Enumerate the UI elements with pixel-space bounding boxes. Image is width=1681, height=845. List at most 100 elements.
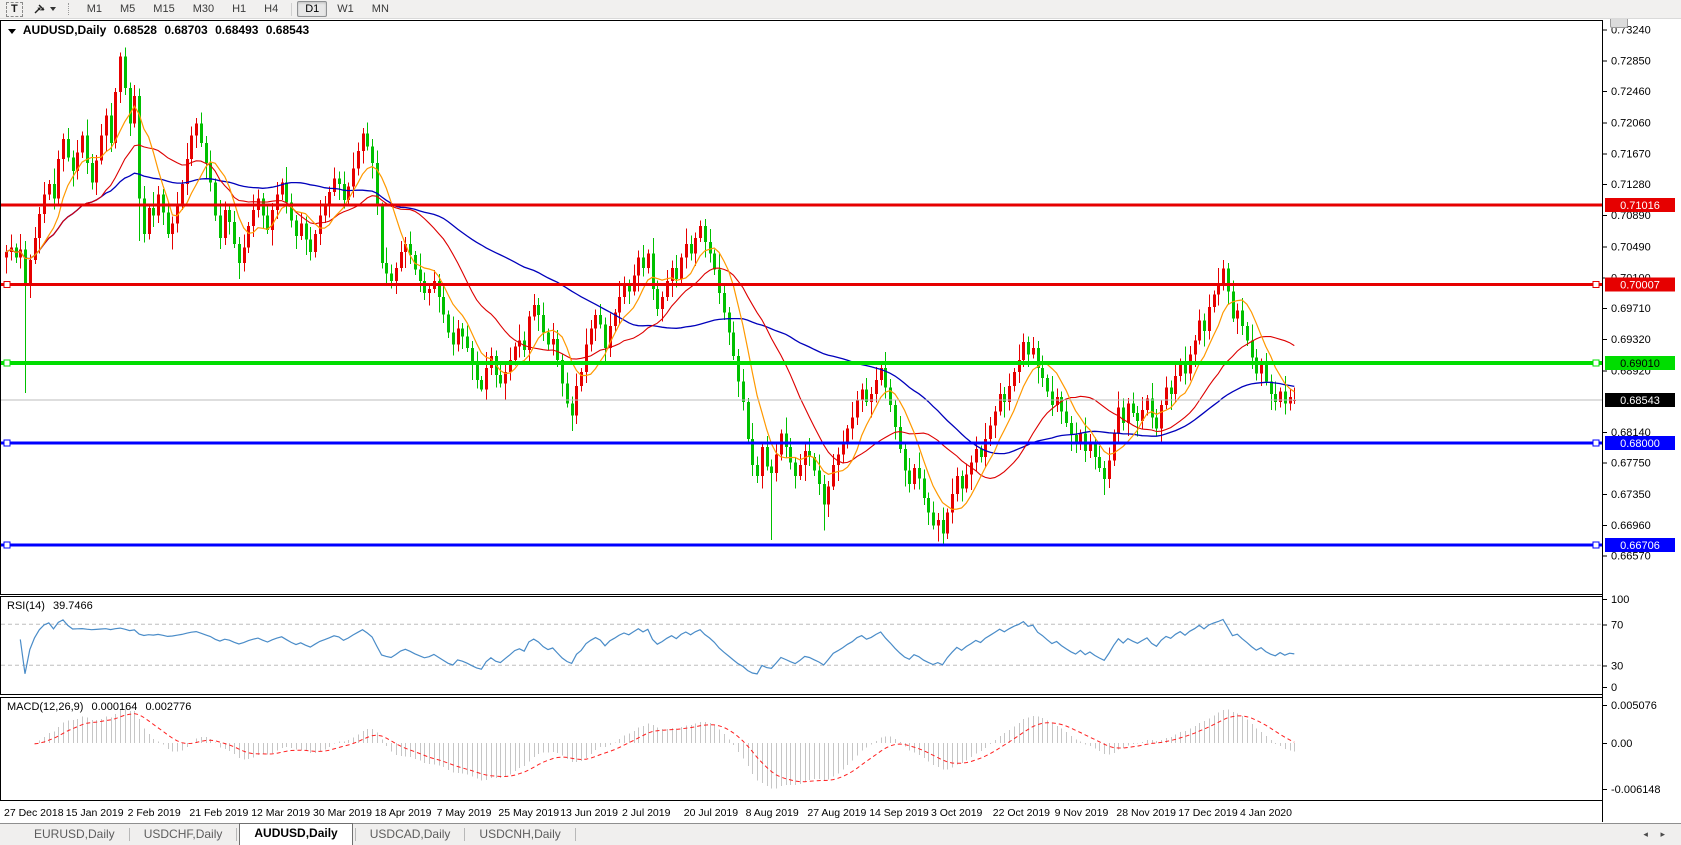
candle-bear bbox=[1232, 291, 1235, 319]
candle-bear bbox=[642, 257, 645, 268]
date-tick-label: 2 Feb 2019 bbox=[128, 807, 181, 819]
timeframe-button-h1[interactable]: H1 bbox=[224, 1, 254, 17]
candle-bear bbox=[461, 328, 464, 337]
candle-bull bbox=[300, 223, 303, 237]
candle-bear bbox=[1251, 340, 1254, 358]
candle-bear bbox=[718, 269, 721, 294]
chart-tab-usdcad[interactable]: USDCAD,Daily bbox=[358, 825, 463, 845]
chart-tab-usdcnh[interactable]: USDCNH,Daily bbox=[467, 825, 572, 845]
timeframe-button-h4[interactable]: H4 bbox=[256, 1, 286, 17]
candle-bull bbox=[34, 237, 37, 260]
candle-bear bbox=[794, 462, 797, 477]
candle-bear bbox=[908, 470, 911, 484]
candle-bear bbox=[129, 87, 132, 124]
macd-axis-label: 0.005076 bbox=[1611, 700, 1657, 712]
pointer-tool-button[interactable] bbox=[33, 3, 56, 15]
tab-scroll-right-icon[interactable]: ▸ bbox=[1660, 829, 1665, 839]
macd-name: MACD(12,26,9) bbox=[7, 701, 84, 713]
candle-bull bbox=[1108, 460, 1111, 480]
candle-bear bbox=[480, 379, 483, 390]
line-handle-left[interactable] bbox=[3, 439, 11, 447]
candle-bull bbox=[999, 393, 1002, 412]
candle-bull bbox=[514, 346, 517, 361]
timeframe-button-m30[interactable]: M30 bbox=[185, 1, 222, 17]
candle-bull bbox=[81, 135, 84, 153]
candle-bull bbox=[856, 399, 859, 418]
date-tick-label: 4 Jan 2020 bbox=[1240, 807, 1292, 819]
line-handle-right[interactable] bbox=[1592, 281, 1600, 289]
candle-bear bbox=[228, 210, 231, 223]
timeframe-button-m1[interactable]: M1 bbox=[79, 1, 110, 17]
date-tick-label: 28 Nov 2019 bbox=[1116, 807, 1176, 819]
candle-bull bbox=[276, 194, 279, 211]
candle-bull bbox=[1117, 407, 1120, 434]
candle-bull bbox=[1165, 387, 1168, 406]
candle-bull bbox=[243, 247, 246, 264]
chart-tab-usdchf[interactable]: USDCHF,Daily bbox=[132, 825, 235, 845]
candle-bear bbox=[238, 244, 241, 264]
tab-separator bbox=[574, 828, 576, 841]
candle-bear bbox=[338, 178, 341, 185]
candle-bull bbox=[590, 328, 593, 345]
timeframe-button-d1[interactable]: D1 bbox=[297, 1, 328, 17]
candle-bear bbox=[556, 338, 559, 361]
candle-bear bbox=[1227, 268, 1230, 292]
candle-bear bbox=[713, 253, 716, 270]
candle-bear bbox=[918, 468, 921, 479]
chart-plot-area[interactable] bbox=[0, 20, 1603, 595]
candle-bull bbox=[133, 95, 136, 124]
candle-bull bbox=[1213, 294, 1216, 308]
candle-bull bbox=[533, 304, 536, 317]
candle-bull bbox=[1222, 268, 1225, 284]
line-handle-right[interactable] bbox=[1592, 359, 1600, 367]
line-handle-right[interactable] bbox=[1592, 439, 1600, 447]
candle-bull bbox=[827, 486, 830, 505]
rsi-axis-label: 70 bbox=[1611, 619, 1623, 631]
candle-bull bbox=[38, 214, 41, 238]
timeframe-button-mn[interactable]: MN bbox=[364, 1, 397, 17]
price-tick-label: 0.67350 bbox=[1611, 489, 1651, 501]
candle-bear bbox=[770, 466, 773, 473]
line-handle-left[interactable] bbox=[3, 281, 11, 289]
price-tick-label: 0.69320 bbox=[1611, 334, 1651, 346]
tab-scroll-left-icon[interactable]: ◂ bbox=[1643, 829, 1648, 839]
chart-canvas[interactable]: 0.732400.728500.724600.720600.716700.712… bbox=[0, 0, 1681, 845]
price-tick-label: 0.71670 bbox=[1611, 148, 1651, 160]
date-tick-label: 9 Nov 2019 bbox=[1055, 807, 1109, 819]
candle-bull bbox=[1160, 405, 1163, 429]
candle-bear bbox=[1070, 423, 1073, 436]
candle-bull bbox=[965, 474, 968, 489]
chart-tab-audusd[interactable]: AUDUSD,Daily bbox=[239, 823, 353, 845]
candle-bear bbox=[214, 182, 217, 216]
candle-bull bbox=[870, 393, 873, 402]
candle-bull bbox=[680, 257, 683, 279]
line-handle-left[interactable] bbox=[3, 541, 11, 549]
collapse-indicator-icon[interactable] bbox=[8, 29, 16, 34]
candle-bear bbox=[961, 476, 964, 489]
candle-bull bbox=[846, 428, 849, 443]
candle-bull bbox=[1194, 340, 1197, 355]
line-handle-left[interactable] bbox=[3, 359, 11, 367]
timeframe-button-w1[interactable]: W1 bbox=[329, 1, 362, 17]
candle-bear bbox=[818, 470, 821, 484]
candle-bear bbox=[737, 356, 740, 382]
candle-bear bbox=[728, 312, 731, 333]
candle-bull bbox=[994, 411, 997, 426]
hline-price-label: 0.66706 bbox=[1620, 540, 1660, 552]
candle-bear bbox=[980, 449, 983, 458]
candle-bull bbox=[48, 184, 51, 195]
candle-bear bbox=[1241, 310, 1244, 327]
candle-bull bbox=[333, 178, 336, 193]
date-tick-label: 12 Mar 2019 bbox=[251, 807, 310, 819]
candle-bear bbox=[385, 263, 388, 274]
date-tick-label: 15 Jan 2019 bbox=[66, 807, 124, 819]
line-handle-right[interactable] bbox=[1592, 541, 1600, 549]
timeframe-button-m5[interactable]: M5 bbox=[112, 1, 143, 17]
text-annotation-tool-button[interactable]: T bbox=[6, 1, 23, 17]
current-price-label: 0.68543 bbox=[1620, 395, 1660, 407]
chart-tab-eurusd[interactable]: EURUSD,Daily bbox=[22, 825, 127, 845]
timeframe-button-m15[interactable]: M15 bbox=[145, 1, 182, 17]
candle-bull bbox=[29, 259, 32, 286]
candle-bear bbox=[110, 115, 113, 144]
candle-bear bbox=[390, 273, 393, 282]
